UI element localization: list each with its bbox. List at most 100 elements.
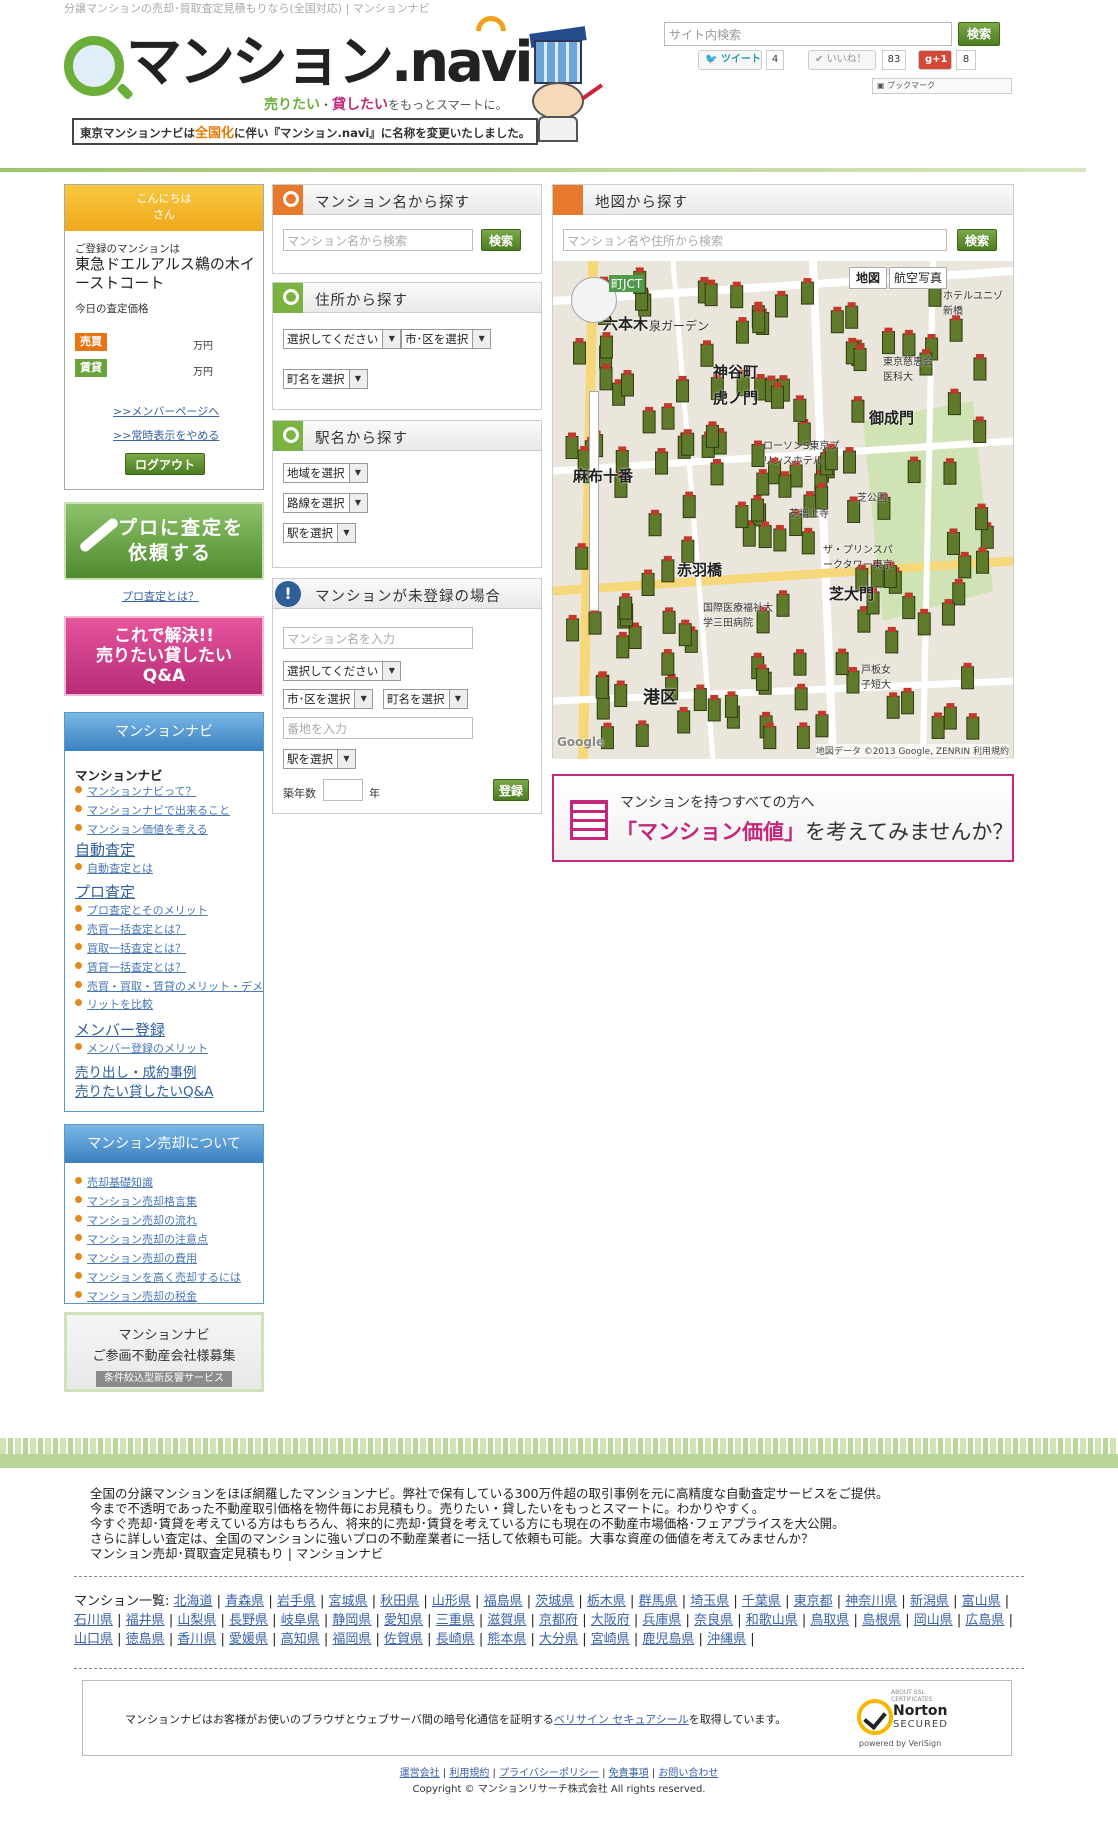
prefecture-link[interactable]: 北海道 bbox=[174, 1594, 213, 1609]
mansion-marker-icon[interactable] bbox=[662, 607, 676, 634]
nav-link[interactable]: マンション売却格言集 bbox=[75, 1193, 197, 1209]
prefecture-link[interactable]: 滋賀県 bbox=[487, 1613, 526, 1628]
nav-link[interactable]: メンバー登録のメリット bbox=[75, 1040, 208, 1056]
nav-section-cases[interactable]: 売り出し・成約事例 bbox=[75, 1061, 197, 1081]
building-age-input[interactable] bbox=[323, 779, 363, 801]
mansion-marker-icon[interactable] bbox=[735, 501, 749, 529]
mansion-marker-icon[interactable] bbox=[682, 491, 696, 519]
nav-link[interactable]: マンション価値を考える bbox=[75, 821, 208, 837]
prefecture-link[interactable]: 徳島県 bbox=[126, 1632, 165, 1647]
prefecture-link[interactable]: 福岡県 bbox=[332, 1632, 371, 1647]
mansion-marker-icon[interactable] bbox=[642, 406, 656, 434]
mansion-marker-icon[interactable] bbox=[619, 593, 633, 620]
mansion-marker-icon[interactable] bbox=[710, 458, 724, 486]
nav-link-cont[interactable]: リットを比較 bbox=[75, 996, 153, 1012]
mansion-marker-icon[interactable] bbox=[678, 619, 692, 647]
nav-link[interactable]: 売買一括査定とは？ bbox=[75, 921, 186, 937]
city-select[interactable]: 市･区を選択 bbox=[283, 689, 374, 709]
footer-nav-link[interactable]: 利用規約 bbox=[449, 1768, 489, 1779]
mansion-marker-icon[interactable] bbox=[958, 551, 972, 579]
mansion-marker-icon[interactable] bbox=[707, 694, 721, 722]
mansion-marker-icon[interactable] bbox=[750, 495, 764, 522]
norton-secured-badge[interactable]: ABOUT SSL CERTIFICATES Norton SECURED po… bbox=[853, 1689, 963, 1751]
prefecture-link[interactable]: 香川県 bbox=[177, 1632, 216, 1647]
footer-nav-link[interactable]: プライバシーポリシー bbox=[499, 1768, 599, 1779]
mansion-marker-icon[interactable] bbox=[901, 687, 915, 715]
mansion-marker-icon[interactable] bbox=[800, 278, 814, 305]
prefecture-link[interactable]: 鹿児島県 bbox=[642, 1632, 694, 1647]
mansion-marker-icon[interactable] bbox=[973, 416, 987, 443]
mansion-marker-icon[interactable] bbox=[845, 302, 859, 329]
mansion-marker-icon[interactable] bbox=[815, 710, 829, 738]
prefecture-link[interactable]: 和歌山県 bbox=[746, 1613, 798, 1628]
mansion-marker-icon[interactable] bbox=[830, 306, 844, 334]
prefecture-link[interactable]: 岡山県 bbox=[914, 1613, 953, 1628]
prefecture-link[interactable]: 埼玉県 bbox=[690, 1594, 729, 1609]
mansion-marker-icon[interactable] bbox=[661, 649, 675, 676]
mansion-marker-icon[interactable] bbox=[616, 631, 630, 659]
nav-section-qa[interactable]: 売りたい貸したいQ&A bbox=[75, 1080, 213, 1100]
mansion-marker-icon[interactable] bbox=[661, 555, 675, 583]
station-select[interactable]: 駅を選択 bbox=[283, 749, 356, 769]
mansion-marker-icon[interactable] bbox=[801, 527, 815, 555]
mansion-marker-icon[interactable] bbox=[755, 664, 769, 691]
mansion-marker-icon[interactable] bbox=[778, 471, 792, 498]
footer-nav-link[interactable]: 免責事項 bbox=[609, 1768, 649, 1779]
mansion-marker-icon[interactable] bbox=[758, 521, 772, 549]
gplus-button[interactable]: g+1 bbox=[918, 50, 952, 70]
prefecture-link[interactable]: 山梨県 bbox=[177, 1613, 216, 1628]
prefecture-link[interactable]: 佐賀県 bbox=[384, 1632, 423, 1647]
prefecture-link[interactable]: 兵庫県 bbox=[642, 1613, 681, 1628]
nav-link[interactable]: プロ査定とそのメリット bbox=[75, 902, 208, 918]
prefecture-link[interactable]: 宮城県 bbox=[329, 1594, 368, 1609]
mansion-marker-icon[interactable] bbox=[961, 662, 975, 690]
mansion-marker-icon[interactable] bbox=[941, 599, 955, 626]
mansion-marker-icon[interactable] bbox=[943, 703, 957, 730]
prefecture-link[interactable]: 栃木県 bbox=[587, 1594, 626, 1609]
prefecture-link[interactable]: 石川県 bbox=[74, 1613, 113, 1628]
recruit-banner[interactable]: マンションナビ ご参画不動産会社様募集 条件絞込型新反響サービス bbox=[64, 1312, 264, 1392]
prefecture-link[interactable]: 山口県 bbox=[74, 1632, 113, 1647]
mansion-marker-icon[interactable] bbox=[853, 344, 867, 372]
prefecture-select[interactable]: 選択してください bbox=[283, 329, 402, 349]
member-page-link[interactable]: >>メンバーページへ bbox=[113, 403, 219, 419]
nav-link[interactable]: 売却基礎知識 bbox=[75, 1174, 153, 1190]
site-search-input[interactable]: サイト内検索 bbox=[664, 22, 952, 46]
prefecture-link[interactable]: 三重県 bbox=[436, 1613, 475, 1628]
prefecture-select[interactable]: 選択してください bbox=[283, 661, 402, 681]
mansion-name-input[interactable]: マンション名を入力 bbox=[283, 627, 473, 649]
mansion-marker-icon[interactable] bbox=[770, 382, 784, 409]
mansion-marker-icon[interactable] bbox=[794, 683, 808, 711]
prefecture-link[interactable]: 青森県 bbox=[225, 1594, 264, 1609]
map-search-button[interactable]: 検索 bbox=[957, 229, 997, 251]
station-select[interactable]: 駅を選択 bbox=[283, 523, 356, 543]
prefecture-link[interactable]: 愛媛県 bbox=[229, 1632, 268, 1647]
mansion-marker-icon[interactable] bbox=[648, 509, 662, 537]
bookmark-buttons[interactable]: ▣ ブックマーク bbox=[872, 78, 1012, 94]
like-button[interactable]: ✔ いいね！ bbox=[808, 50, 876, 70]
mansion-marker-icon[interactable] bbox=[661, 403, 675, 430]
mansion-marker-icon[interactable] bbox=[835, 648, 849, 676]
register-button[interactable]: 登録 bbox=[493, 779, 529, 801]
mansion-marker-icon[interactable] bbox=[776, 590, 790, 617]
mansion-marker-icon[interactable] bbox=[882, 327, 896, 355]
mansion-marker-icon[interactable] bbox=[641, 569, 655, 596]
qa-banner[interactable]: これで解決!! 売りたい貸したい Q&A bbox=[64, 616, 264, 696]
mansion-marker-icon[interactable] bbox=[730, 281, 744, 309]
nav-section-member[interactable]: メンバー登録 bbox=[75, 1019, 165, 1040]
prefecture-link[interactable]: 京都府 bbox=[539, 1613, 578, 1628]
prefecture-link[interactable]: 福島県 bbox=[484, 1594, 523, 1609]
map-type-satellite-button[interactable]: 航空写真 bbox=[889, 267, 947, 289]
mansion-marker-icon[interactable] bbox=[635, 720, 649, 747]
mansion-marker-icon[interactable] bbox=[949, 315, 963, 342]
mansion-marker-icon[interactable] bbox=[774, 290, 788, 318]
nav-link[interactable]: マンションナビって？ bbox=[74, 783, 196, 799]
mansion-marker-icon[interactable] bbox=[735, 317, 749, 344]
site-logo[interactable]: マンション.navi 売りたい・貸したいをもっとスマートに。 bbox=[64, 9, 534, 114]
prefecture-link[interactable]: 富山県 bbox=[962, 1594, 1001, 1609]
mansion-marker-icon[interactable] bbox=[902, 592, 916, 620]
prefecture-link[interactable]: 沖縄県 bbox=[707, 1632, 746, 1647]
prefecture-link[interactable]: 奈良県 bbox=[694, 1613, 733, 1628]
prefecture-link[interactable]: 高知県 bbox=[281, 1632, 320, 1647]
prefecture-link[interactable]: 神奈川県 bbox=[845, 1594, 897, 1609]
